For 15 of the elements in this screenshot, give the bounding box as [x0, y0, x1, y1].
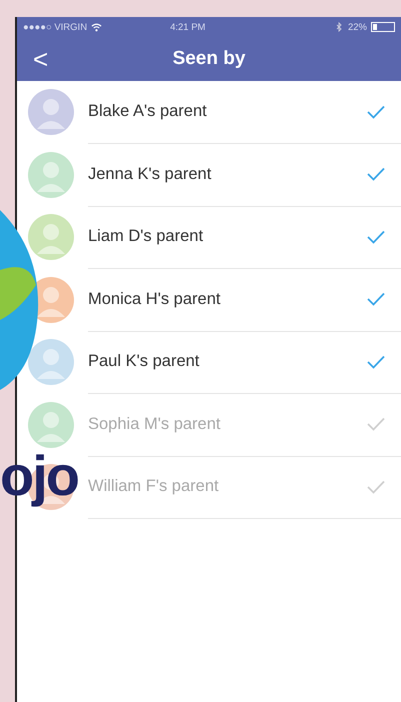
parent-name: Jenna K's parent	[88, 164, 212, 184]
battery-text: 22%	[348, 22, 367, 32]
carrier-text: ●●●●○ VIRGIN	[23, 22, 88, 32]
parent-name: Blake A's parent	[88, 102, 207, 122]
wifi-icon	[91, 22, 102, 32]
parent-name: Sophia M's parent	[88, 414, 220, 434]
back-button[interactable]: <	[17, 46, 48, 72]
parent-name: Liam D's parent	[88, 227, 204, 246]
screen-title: Seen by	[172, 48, 246, 70]
parent-name: William F's parent	[88, 477, 219, 496]
bluetooth-icon	[336, 22, 342, 32]
time-text: 4:21 PM	[170, 22, 206, 32]
parent-name: Monica H's parent	[88, 290, 220, 309]
battery-icon	[371, 22, 395, 32]
parent-name: Paul K's parent	[88, 352, 200, 372]
